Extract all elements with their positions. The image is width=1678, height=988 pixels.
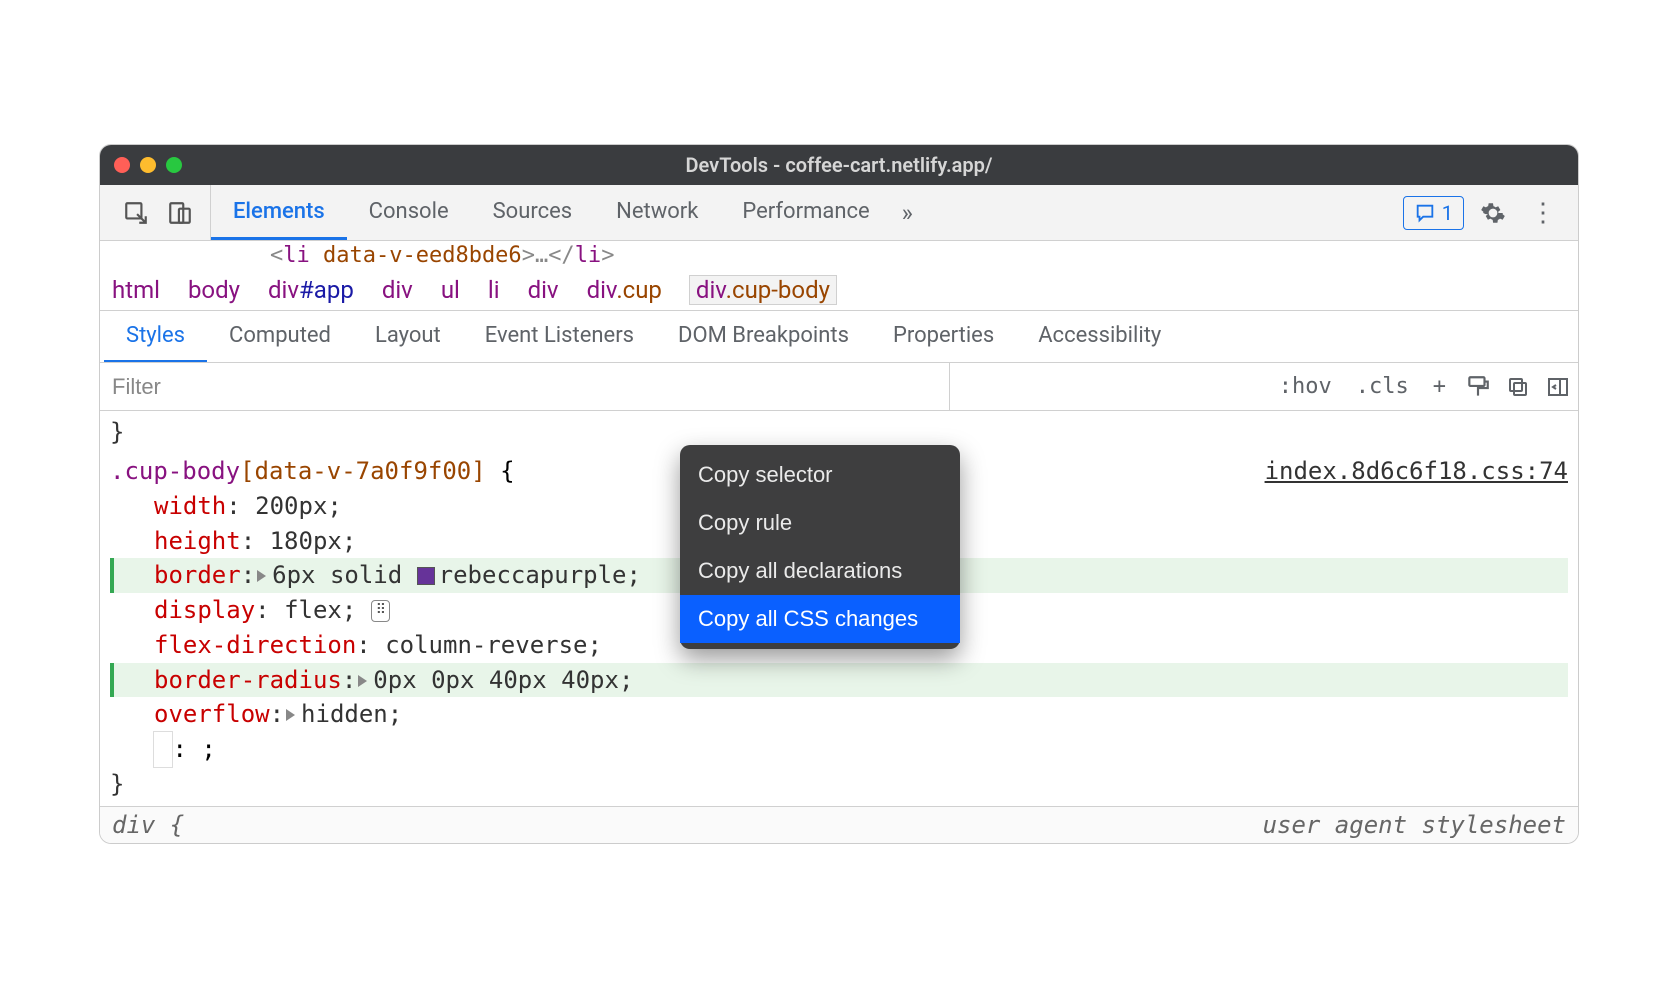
cm-copy-rule[interactable]: Copy rule: [680, 499, 960, 547]
device-toolbar-icon[interactable]: [160, 193, 200, 233]
subtab-layout[interactable]: Layout: [353, 311, 463, 362]
kebab-menu-icon[interactable]: ⋮: [1522, 198, 1564, 228]
main-toolbar: Elements Console Sources Network Perform…: [100, 185, 1578, 241]
ua-selector[interactable]: div {: [112, 811, 184, 839]
ua-label: user agent stylesheet: [1263, 811, 1566, 839]
devtools-window: DevTools - coffee-cart.netlify.app/ Elem…: [99, 144, 1579, 844]
issues-count: 1: [1442, 201, 1453, 225]
flex-badge-icon[interactable]: ⠿: [371, 600, 390, 622]
main-tabs: Elements Console Sources Network Perform…: [211, 185, 892, 240]
expand-icon[interactable]: [358, 675, 367, 687]
new-style-rule-button[interactable]: +: [1421, 363, 1458, 410]
decl-overflow[interactable]: overflow:hidden;: [110, 697, 1568, 732]
styles-pane: } .cup-body[data-v-7a0f9f00] { index.8d6…: [100, 411, 1578, 806]
tab-sources[interactable]: Sources: [471, 185, 595, 240]
new-declaration-input[interactable]: : ;: [110, 732, 1568, 767]
hov-toggle-button[interactable]: :hov: [1267, 363, 1344, 410]
context-menu: Copy selector Copy rule Copy all declara…: [680, 445, 960, 649]
expand-icon[interactable]: [286, 709, 295, 721]
styles-subtabs: Styles Computed Layout Event Listeners D…: [100, 311, 1578, 363]
crumb-ul[interactable]: ul: [441, 276, 460, 304]
cm-copy-selector[interactable]: Copy selector: [680, 451, 960, 499]
subtab-styles[interactable]: Styles: [104, 311, 207, 362]
crumb-body[interactable]: body: [188, 276, 240, 304]
crumb-cup-body[interactable]: div.cup-body: [690, 276, 836, 304]
color-swatch-icon[interactable]: [417, 567, 435, 585]
crumb-div[interactable]: div: [382, 276, 413, 304]
paint-icon[interactable]: [1458, 363, 1498, 410]
toggle-sidebar-icon[interactable]: [1538, 363, 1578, 410]
cm-copy-all-css-changes[interactable]: Copy all CSS changes: [680, 595, 960, 643]
tab-network[interactable]: Network: [594, 185, 720, 240]
rule-selector[interactable]: .cup-body[data-v-7a0f9f00] {: [110, 454, 515, 489]
decl-border-radius[interactable]: border-radius:0px 0px 40px 40px;: [110, 663, 1568, 698]
dom-breadcrumbs: html body div#app div ul li div div.cup …: [100, 270, 1578, 311]
settings-icon[interactable]: [1472, 200, 1514, 226]
issues-button[interactable]: 1: [1403, 196, 1464, 230]
subtab-accessibility[interactable]: Accessibility: [1016, 311, 1183, 362]
crumb-app[interactable]: div#app: [268, 276, 354, 304]
subtab-properties[interactable]: Properties: [871, 311, 1016, 362]
dom-ellipsis: …: [535, 243, 548, 268]
crumb-html[interactable]: html: [112, 276, 160, 304]
more-tabs-chevron-icon[interactable]: »: [892, 199, 923, 227]
subtab-event-listeners[interactable]: Event Listeners: [463, 311, 656, 362]
user-agent-stylesheet-rule: div { user agent stylesheet: [100, 806, 1578, 843]
inspect-element-icon[interactable]: [116, 193, 156, 233]
crumb-li[interactable]: li: [488, 276, 500, 304]
subtab-computed[interactable]: Computed: [207, 311, 353, 362]
tab-performance[interactable]: Performance: [720, 185, 891, 240]
tab-console[interactable]: Console: [347, 185, 471, 240]
tab-elements[interactable]: Elements: [211, 185, 347, 240]
crumb-div2[interactable]: div: [528, 276, 559, 304]
rule-source-link[interactable]: index.8d6c6f18.css:74: [1265, 454, 1568, 489]
titlebar: DevTools - coffee-cart.netlify.app/: [100, 145, 1578, 185]
dom-tree-snippet[interactable]: <li data-v-eed8bde6>…</li>: [100, 241, 1578, 270]
copy-icon[interactable]: [1498, 363, 1538, 410]
styles-toolbar: :hov .cls +: [100, 363, 1578, 411]
subtab-dom-breakpoints[interactable]: DOM Breakpoints: [656, 311, 871, 362]
styles-filter-input[interactable]: [100, 363, 949, 410]
crumb-cup[interactable]: div.cup: [587, 276, 662, 304]
cls-toggle-button[interactable]: .cls: [1344, 363, 1421, 410]
expand-icon[interactable]: [257, 570, 266, 582]
cm-copy-all-declarations[interactable]: Copy all declarations: [680, 547, 960, 595]
window-title: DevTools - coffee-cart.netlify.app/: [100, 153, 1578, 177]
rule-close-brace: }: [110, 767, 1568, 802]
